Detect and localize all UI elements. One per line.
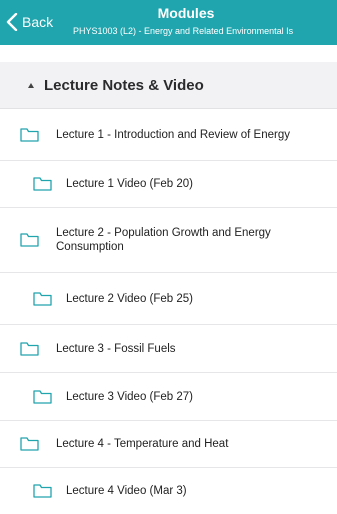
section-title: Lecture Notes & Video: [44, 76, 204, 94]
caret-up-icon: [28, 82, 34, 88]
course-subtitle: PHYS1003 (L2) - Energy and Related Envir…: [73, 26, 294, 36]
item-label: Lecture 3 Video (Feb 27): [66, 390, 194, 403]
item-label: Lecture 1 - Introduction and Review of E…: [56, 128, 290, 141]
folder-icon: [33, 484, 52, 498]
folder-icon: [20, 127, 39, 142]
module-item[interactable]: Lecture 4 - Temperature and Heat: [0, 421, 337, 468]
nav-bar: Back Modules PHYS1003 (L2) - Energy and …: [0, 0, 337, 45]
back-button[interactable]: Back: [6, 12, 53, 32]
module-item[interactable]: Lecture 1 - Introduction and Review of E…: [0, 109, 337, 161]
folder-icon: [33, 291, 52, 306]
module-item[interactable]: Lecture 1 Video (Feb 20): [0, 161, 337, 208]
item-label: Lecture 2 - Population Growth and Energy…: [56, 227, 271, 253]
section-header[interactable]: Lecture Notes & Video: [0, 62, 337, 109]
module-item[interactable]: Lecture 2 - Population Growth and Energy…: [0, 208, 337, 273]
item-label: Lecture 1 Video (Feb 20): [66, 178, 194, 190]
page-title: Modules: [157, 5, 215, 21]
item-label: Lecture 4 Video (Mar 3): [66, 485, 187, 497]
item-label: Lecture 3 - Fossil Fuels: [56, 342, 176, 355]
module-item[interactable]: Lecture 3 Video (Feb 27): [0, 373, 337, 421]
module-item[interactable]: Lecture 3 - Fossil Fuels: [0, 325, 337, 373]
folder-icon: [20, 233, 39, 247]
back-label: Back: [22, 14, 54, 30]
item-label: Lecture 2 Video (Feb 25): [66, 292, 194, 305]
chevron-left-icon: [6, 13, 18, 31]
module-item[interactable]: Lecture 2 Video (Feb 25): [0, 273, 337, 325]
folder-icon: [20, 437, 39, 451]
module-item[interactable]: Lecture 4 Video (Mar 3): [0, 468, 337, 514]
folder-icon: [33, 389, 52, 404]
folder-icon: [20, 341, 39, 356]
folder-icon: [33, 177, 52, 191]
item-label: Lecture 4 - Temperature and Heat: [56, 438, 229, 450]
